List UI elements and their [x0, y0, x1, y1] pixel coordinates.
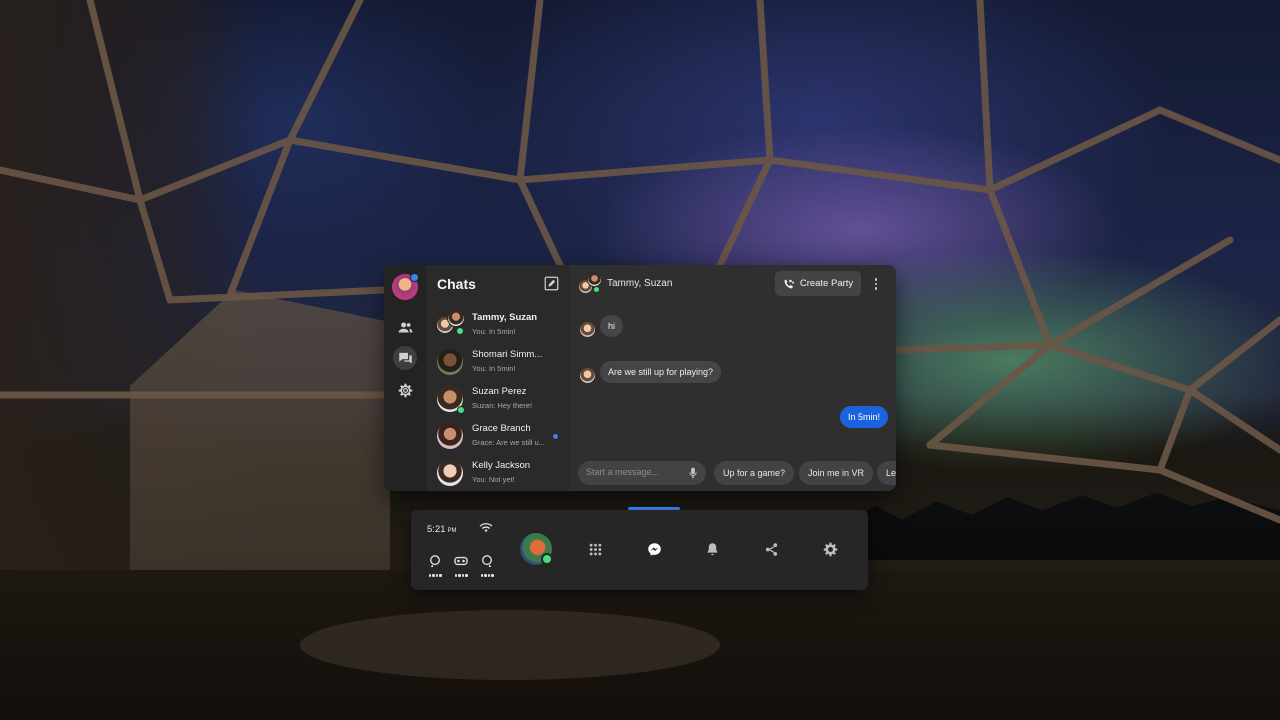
- settings-icon[interactable]: [821, 540, 839, 558]
- profile-avatar[interactable]: [520, 533, 553, 565]
- chat-row-kelly[interactable]: Kelly Jackson You: Not yet!: [426, 455, 570, 491]
- chat-name: Shomari Simm...: [472, 349, 543, 360]
- notification-dot: [410, 273, 419, 282]
- quick-reply-chip[interactable]: Join me in VR: [799, 461, 874, 485]
- chat-preview: Grace: Are we still u...: [472, 438, 545, 447]
- chat-icon[interactable]: [393, 346, 417, 370]
- universal-menu-dock: 5:21 PM: [411, 510, 868, 590]
- more-options-icon[interactable]: [870, 275, 882, 293]
- avatar: [437, 460, 463, 486]
- message-input[interactable]: Start a message...: [578, 461, 706, 485]
- headset-battery[interactable]: [454, 554, 468, 577]
- avatar: [437, 349, 463, 375]
- chat-preview: Suzan: Hey there!: [472, 401, 533, 410]
- left-controller-icon: [430, 555, 440, 567]
- my-message-bubble: In 5min!: [839, 406, 888, 428]
- chats-title: Chats: [437, 276, 476, 292]
- left-rail: [384, 265, 426, 491]
- apps-grid-icon[interactable]: [586, 540, 604, 558]
- messenger-panel: Chats Tammy, Suzan You: In 5min! Shomari…: [384, 265, 896, 491]
- unread-indicator: [553, 434, 558, 439]
- conversation-pane: Tammy, Suzan Create Party hi Are we stil…: [570, 265, 896, 491]
- chat-row-tammy-suzan[interactable]: Tammy, Suzan You: In 5min!: [426, 307, 570, 343]
- people-icon[interactable]: [393, 315, 417, 339]
- chat-list: Chats Tammy, Suzan You: In 5min! Shomari…: [426, 265, 570, 491]
- create-party-label: Create Party: [799, 278, 854, 289]
- right-controller-icon: [482, 555, 492, 567]
- avatar: [587, 272, 602, 287]
- party-phone-icon: [784, 279, 794, 288]
- messenger-icon[interactable]: [645, 540, 663, 558]
- chat-name: Kelly Jackson: [472, 460, 531, 471]
- quick-reply-chip[interactable]: Le: [877, 461, 896, 485]
- share-icon[interactable]: [762, 540, 780, 558]
- message-placeholder: Start a message...: [586, 467, 660, 477]
- chat-name: Grace Branch: [472, 423, 531, 434]
- quick-reply-chip[interactable]: Up for a game?: [714, 461, 795, 485]
- avatar: [580, 368, 595, 383]
- avatar: [437, 423, 463, 449]
- headset-icon: [454, 556, 468, 566]
- avatar: [580, 322, 595, 337]
- message-bubble: hi: [600, 315, 624, 337]
- microphone-icon[interactable]: [688, 467, 698, 479]
- left-controller-battery[interactable]: [428, 554, 442, 577]
- message-bubble: Are we still up for playing?: [600, 361, 722, 383]
- online-indicator: [457, 406, 465, 414]
- right-controller-battery[interactable]: [480, 554, 494, 577]
- conversation-title: Tammy, Suzan: [607, 278, 673, 289]
- bell-icon[interactable]: [703, 540, 721, 558]
- chat-preview: You: Not yet!: [472, 475, 515, 484]
- online-indicator: [456, 327, 464, 335]
- online-indicator: [541, 553, 553, 565]
- chat-row-grace[interactable]: Grace Branch Grace: Are we still u...: [426, 418, 570, 454]
- chat-preview: You: In 5min!: [472, 327, 516, 336]
- gear-icon[interactable]: [393, 378, 417, 402]
- avatar: [447, 309, 465, 327]
- chat-name: Suzan Perez: [472, 386, 527, 397]
- compose-icon[interactable]: [544, 276, 559, 291]
- chat-row-suzan[interactable]: Suzan Perez Suzan: Hey there!: [426, 381, 570, 417]
- chat-name: Tammy, Suzan: [472, 312, 538, 323]
- clock: 5:21 PM: [427, 524, 457, 535]
- wifi-icon[interactable]: [478, 521, 494, 534]
- online-indicator: [593, 286, 600, 293]
- create-party-button[interactable]: Create Party: [775, 271, 861, 296]
- my-avatar[interactable]: [392, 273, 419, 300]
- chat-row-shomari[interactable]: Shomari Simm... You: In 5min!: [426, 344, 570, 380]
- chat-preview: You: In 5min!: [472, 364, 516, 373]
